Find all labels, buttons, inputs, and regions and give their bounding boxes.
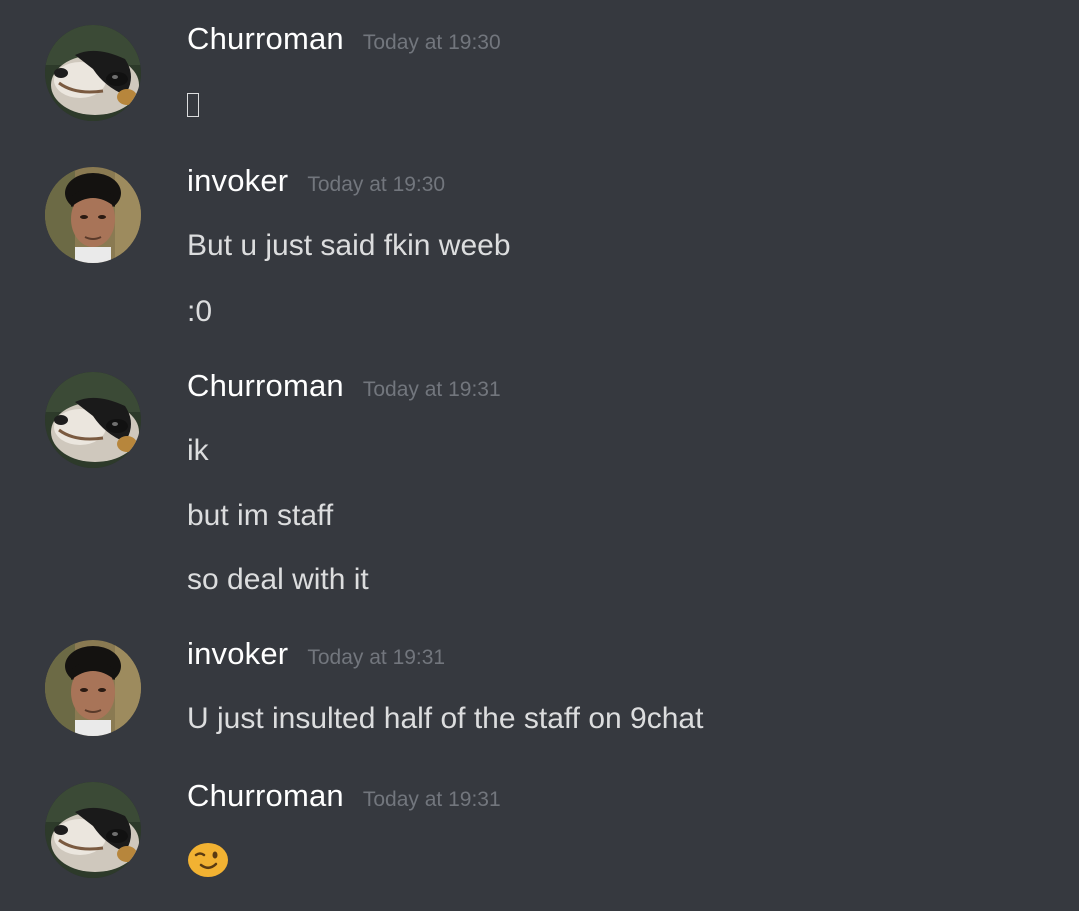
missing-glyph-icon xyxy=(187,93,199,117)
message-emoji xyxy=(187,840,229,889)
message-header: Churroman Today at 19:31 xyxy=(187,774,501,818)
message-text: But u just said fkin weeb xyxy=(187,229,511,262)
person-avatar-icon[interactable] xyxy=(45,640,141,736)
person-avatar-icon[interactable] xyxy=(45,167,141,263)
message-text: so deal with it xyxy=(187,563,369,596)
dog-avatar-icon[interactable] xyxy=(45,782,141,878)
message-header: Churroman Today at 19:30 xyxy=(187,17,501,61)
winking-face-emoji-icon[interactable] xyxy=(187,840,229,889)
dog-avatar-icon[interactable] xyxy=(45,372,141,468)
message-feed: Churroman Today at 19:30 invoker Today a… xyxy=(0,0,1079,911)
message-text: but im staff xyxy=(187,499,334,532)
message-header: Churroman Today at 19:31 xyxy=(187,364,501,408)
message-text: ik xyxy=(187,434,209,467)
message-header: invoker Today at 19:30 xyxy=(187,159,445,203)
author-name[interactable]: Churroman xyxy=(187,774,344,818)
timestamp: Today at 19:30 xyxy=(362,31,501,54)
message-text: :0 xyxy=(187,295,213,328)
timestamp: Today at 19:30 xyxy=(307,173,446,196)
message-text: U just insulted half of the staff on 9ch… xyxy=(187,702,704,735)
author-name[interactable]: invoker xyxy=(187,632,288,676)
timestamp: Today at 19:31 xyxy=(362,788,501,811)
dog-avatar-icon[interactable] xyxy=(45,25,141,121)
author-name[interactable]: Churroman xyxy=(187,364,344,408)
timestamp: Today at 19:31 xyxy=(307,646,446,669)
timestamp: Today at 19:31 xyxy=(362,378,501,401)
author-name[interactable]: Churroman xyxy=(187,17,344,61)
message-text xyxy=(187,85,199,128)
message-header: invoker Today at 19:31 xyxy=(187,632,445,676)
author-name[interactable]: invoker xyxy=(187,159,288,203)
